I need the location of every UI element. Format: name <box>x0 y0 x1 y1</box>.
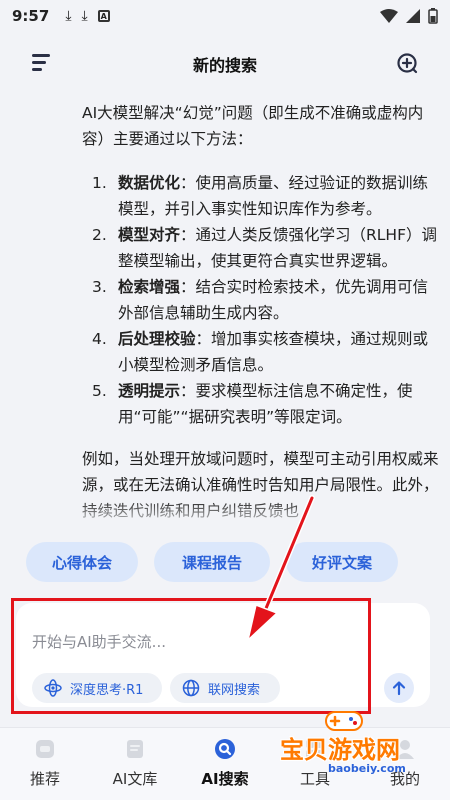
tab-label: 推荐 <box>29 770 60 788</box>
battery-icon <box>428 8 438 24</box>
tab-label: 工具 <box>299 770 330 788</box>
send-button[interactable] <box>384 673 414 703</box>
answer-list: 1. 数据优化：使用高质量、经过验证的数据训练模型，并引入事实性知识库作为参考。 … <box>92 170 442 430</box>
tab-tools[interactable]: 工具 <box>270 728 360 800</box>
tab-label: AI搜索 <box>201 770 249 788</box>
deep-think-label: 深度思考·R1 <box>70 682 144 698</box>
arrow-up-icon <box>392 681 406 696</box>
profile-icon <box>396 740 414 759</box>
bottom-tab-bar: 推荐 AI文库 AI搜索 工具 我的 <box>0 727 450 800</box>
tab-ai-search[interactable]: AI搜索 <box>180 728 270 800</box>
deep-think-toggle[interactable]: 深度思考·R1 <box>32 673 162 703</box>
wifi-icon <box>380 9 398 23</box>
list-item: 3. 检索增强：结合实时检索技术，优先调用可信外部信息辅助生成内容。 <box>92 278 429 322</box>
search-icon <box>215 739 235 759</box>
download-icon: ⤓ <box>81 8 88 24</box>
atom-icon <box>44 679 62 697</box>
signal-icon <box>406 9 420 23</box>
suggestion-chip[interactable]: 课程报告 <box>154 542 270 582</box>
app-header: 新的搜索 <box>0 40 450 88</box>
menu-icon[interactable] <box>32 54 52 72</box>
list-item: 5. 透明提示：要求模型标注信息不确定性，使用“可能”“据研究表明”等限定词。 <box>92 382 413 426</box>
status-bar: 9:57 ⤓ ⤓ A <box>0 0 450 32</box>
suggestion-chip[interactable]: 心得体会 <box>26 542 138 582</box>
chat-input[interactable]: 开始与AI助手交流... <box>32 631 166 652</box>
chat-input-box[interactable]: 开始与AI助手交流... 深度思考·R1 联网搜索 <box>16 603 430 707</box>
suggestion-chips: 心得体会 课程报告 好评文案 <box>26 542 426 582</box>
tools-icon <box>306 740 324 758</box>
list-item: 4. 后处理校验：增加事实核查模块，通过规则或小模型检测矛盾信息。 <box>92 330 429 374</box>
home-icon <box>36 740 54 758</box>
tab-profile[interactable]: 我的 <box>360 728 450 800</box>
tab-label: 我的 <box>389 770 420 788</box>
new-chat-icon[interactable] <box>396 52 418 74</box>
list-item: 1. 数据优化：使用高质量、经过验证的数据训练模型，并引入事实性知识库作为参考。 <box>92 174 429 218</box>
notification-badge-icon: A <box>97 10 110 22</box>
download-icon: ⤓ <box>65 8 72 24</box>
library-icon <box>127 740 143 758</box>
list-item: 2. 模型对齐：通过人类反馈强化学习（RLHF）调整模型输出，使其更符合真实世界逻… <box>92 226 437 270</box>
page-title: 新的搜索 <box>192 56 257 75</box>
answer-intro: AI大模型解决“幻觉”问题（即生成不准确或虚构内容）主要通过以下方法： <box>82 104 424 148</box>
globe-icon <box>182 679 200 697</box>
status-time: 9:57 <box>12 7 50 25</box>
web-search-toggle[interactable]: 联网搜索 <box>170 673 280 703</box>
web-search-label: 联网搜索 <box>208 682 261 698</box>
tab-ai-library[interactable]: AI文库 <box>90 728 180 800</box>
answer-content: AI大模型解决“幻觉”问题（即生成不准确或虚构内容）主要通过以下方法： 1. 数据… <box>82 100 442 530</box>
suggestion-chip[interactable]: 好评文案 <box>286 542 398 582</box>
tab-recommend[interactable]: 推荐 <box>0 728 90 800</box>
content-fade <box>0 500 450 530</box>
tab-label: AI文库 <box>112 770 158 788</box>
